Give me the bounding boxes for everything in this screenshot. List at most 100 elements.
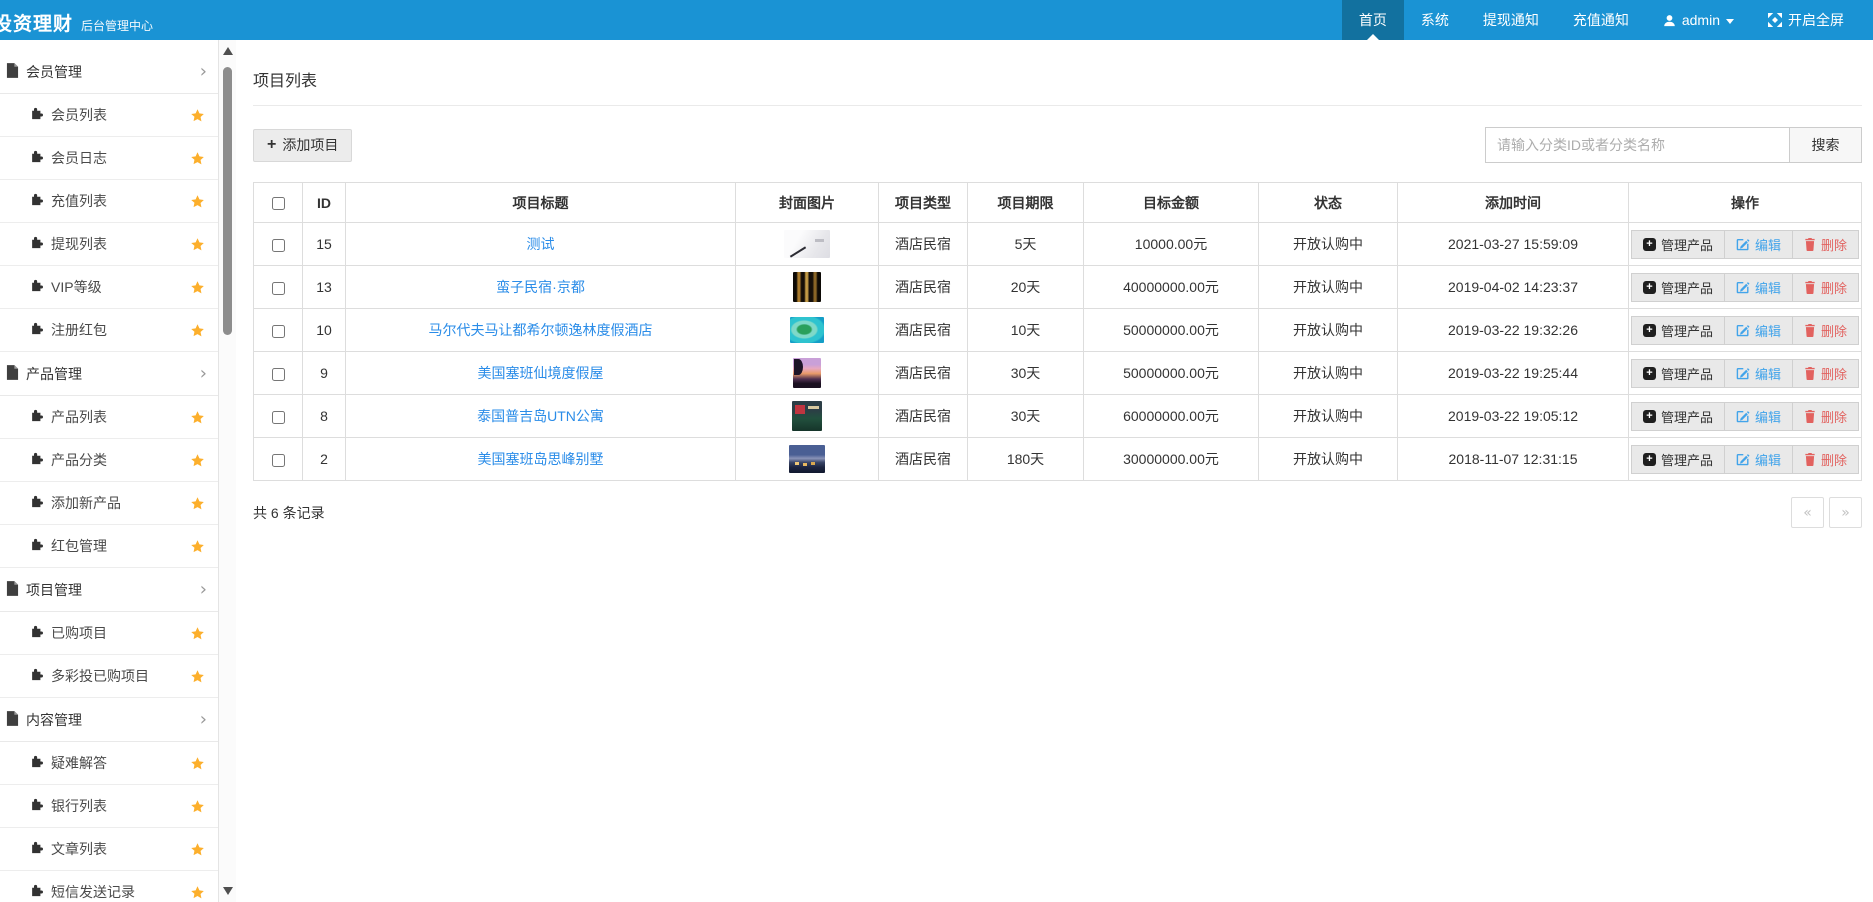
sidebar-item[interactable]: 产品分类: [0, 439, 218, 482]
manage-products-button[interactable]: 管理产品: [1631, 445, 1725, 474]
sidebar-item[interactable]: 产品列表: [0, 396, 218, 439]
star-icon[interactable]: [190, 669, 205, 684]
plus-icon: +: [267, 138, 276, 152]
nav-item-home[interactable]: 首页: [1342, 0, 1404, 40]
target-amount: 50000000.00元: [1084, 309, 1259, 352]
table-row: 9 美国塞班仙境度假屋 酒店民宿 30天 50000000.00元 开放认购中 …: [254, 352, 1862, 395]
scroll-up-arrow-icon[interactable]: [223, 47, 233, 55]
pager-next-button[interactable]: »: [1829, 497, 1862, 528]
delete-button[interactable]: 删除: [1792, 230, 1859, 259]
delete-button[interactable]: 删除: [1792, 402, 1859, 431]
delete-label: 删除: [1821, 407, 1847, 426]
star-icon[interactable]: [190, 885, 205, 900]
sidebar-section[interactable]: 会员管理 ›: [0, 50, 218, 94]
edit-label: 编辑: [1755, 235, 1781, 254]
star-icon[interactable]: [190, 323, 205, 338]
star-icon[interactable]: [190, 799, 205, 814]
project-id: 9: [303, 352, 346, 395]
manage-products-button[interactable]: 管理产品: [1631, 359, 1725, 388]
pencil-square-icon: [1736, 452, 1750, 466]
row-checkbox[interactable]: [272, 239, 285, 252]
row-checkbox[interactable]: [272, 282, 285, 295]
row-checkbox[interactable]: [272, 454, 285, 467]
nav-item-recharge-notice[interactable]: 充值通知: [1556, 0, 1646, 40]
star-icon[interactable]: [190, 626, 205, 641]
sidebar-item[interactable]: 注册红包: [0, 309, 218, 352]
pager-prev-button[interactable]: «: [1791, 497, 1824, 528]
manage-products-button[interactable]: 管理产品: [1631, 230, 1725, 259]
project-title-link[interactable]: 蛮子民宿·京都: [496, 279, 585, 295]
delete-button[interactable]: 删除: [1792, 316, 1859, 345]
add-project-label: 添加项目: [282, 135, 338, 155]
star-icon[interactable]: [190, 194, 205, 209]
project-title-link[interactable]: 测试: [527, 236, 555, 252]
sidebar-item[interactable]: 添加新产品: [0, 482, 218, 525]
search-input[interactable]: [1485, 127, 1790, 163]
sidebar-item[interactable]: 短信发送记录: [0, 871, 218, 902]
project-title-link[interactable]: 泰国普吉岛UTN公寓: [477, 408, 604, 424]
brand: 投资理财 后台管理中心: [0, 0, 153, 40]
puzzle-icon: [30, 538, 43, 554]
delete-button[interactable]: 删除: [1792, 359, 1859, 388]
sidebar-item[interactable]: 提现列表: [0, 223, 218, 266]
star-icon[interactable]: [190, 151, 205, 166]
search-button[interactable]: 搜索: [1790, 127, 1862, 163]
scroll-down-arrow-icon[interactable]: [223, 887, 233, 895]
sidebar-item[interactable]: 红包管理: [0, 525, 218, 568]
sidebar-item[interactable]: 会员日志: [0, 137, 218, 180]
delete-label: 删除: [1821, 364, 1847, 383]
admin-dropdown[interactable]: admin: [1646, 0, 1751, 40]
edit-button[interactable]: 编辑: [1724, 402, 1793, 431]
star-icon[interactable]: [190, 453, 205, 468]
sidebar-section[interactable]: 项目管理 ›: [0, 568, 218, 612]
sidebar-item[interactable]: VIP等级: [0, 266, 218, 309]
row-checkbox[interactable]: [272, 325, 285, 338]
project-title-link[interactable]: 美国塞班仙境度假屋: [478, 365, 604, 381]
brand-title: 投资理财: [0, 9, 73, 36]
row-checkbox[interactable]: [272, 368, 285, 381]
select-all-checkbox[interactable]: [272, 197, 285, 210]
sidebar-section[interactable]: 内容管理 ›: [0, 698, 218, 742]
sidebar-item[interactable]: 充值列表: [0, 180, 218, 223]
manage-products-label: 管理产品: [1661, 278, 1713, 297]
project-title-link[interactable]: 美国塞班岛思峰别墅: [478, 451, 604, 467]
page-title: 项目列表: [253, 40, 1862, 106]
manage-products-button[interactable]: 管理产品: [1631, 316, 1725, 345]
sidebar-section[interactable]: 产品管理 ›: [0, 352, 218, 396]
sidebar-item[interactable]: 多彩投已购项目: [0, 655, 218, 698]
edit-button[interactable]: 编辑: [1724, 230, 1793, 259]
manage-products-button[interactable]: 管理产品: [1631, 273, 1725, 302]
delete-button[interactable]: 删除: [1792, 273, 1859, 302]
project-title-link[interactable]: 马尔代夫马让都希尔顿逸林度假酒店: [429, 322, 653, 338]
nav-item-withdraw-notice[interactable]: 提现通知: [1466, 0, 1556, 40]
star-icon[interactable]: [190, 108, 205, 123]
manage-products-button[interactable]: 管理产品: [1631, 402, 1725, 431]
fullscreen-button[interactable]: 开启全屏: [1751, 0, 1861, 40]
star-icon[interactable]: [190, 842, 205, 857]
sidebar-item[interactable]: 文章列表: [0, 828, 218, 871]
row-checkbox[interactable]: [272, 411, 285, 424]
edit-button[interactable]: 编辑: [1724, 316, 1793, 345]
sidebar-section-label: 会员管理: [26, 62, 82, 82]
sidebar-item[interactable]: 已购项目: [0, 612, 218, 655]
star-icon[interactable]: [190, 410, 205, 425]
column-header-id: ID: [303, 183, 346, 223]
sidebar-item[interactable]: 银行列表: [0, 785, 218, 828]
edit-button[interactable]: 编辑: [1724, 273, 1793, 302]
delete-button[interactable]: 删除: [1792, 445, 1859, 474]
sidebar-item[interactable]: 疑难解答: [0, 742, 218, 785]
star-icon[interactable]: [190, 237, 205, 252]
scrollbar-thumb[interactable]: [223, 67, 232, 335]
add-project-button[interactable]: + 添加项目: [253, 129, 352, 162]
star-icon[interactable]: [190, 539, 205, 554]
edit-button[interactable]: 编辑: [1724, 359, 1793, 388]
edit-button[interactable]: 编辑: [1724, 445, 1793, 474]
target-amount: 60000000.00元: [1084, 395, 1259, 438]
status-text: 开放认购中: [1259, 223, 1398, 266]
star-icon[interactable]: [190, 280, 205, 295]
star-icon[interactable]: [190, 496, 205, 511]
sidebar-item[interactable]: 会员列表: [0, 94, 218, 137]
nav-label: 充值通知: [1573, 10, 1629, 30]
nav-item-system[interactable]: 系统: [1404, 0, 1466, 40]
star-icon[interactable]: [190, 756, 205, 771]
